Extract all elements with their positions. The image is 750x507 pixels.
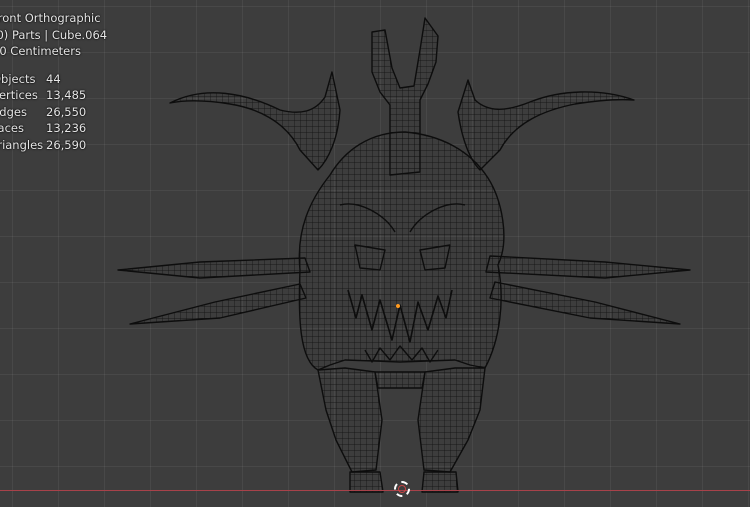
stat-triangles: Triangles 26,590	[0, 137, 87, 152]
viewport-text-overlay: Front Orthographic (0) Parts | Cube.064 …	[0, 10, 107, 153]
left-bottom-spike	[129, 283, 307, 325]
left-top-spike	[117, 257, 311, 279]
head-body	[298, 131, 505, 371]
object-origin-icon	[396, 304, 400, 308]
stat-edges: Edges 26,550	[0, 104, 87, 119]
stat-vertices: Vertices 13,485	[0, 88, 87, 102]
pelvis	[374, 371, 426, 389]
3d-cursor-icon[interactable]	[394, 481, 410, 497]
wireframe-mesh[interactable]	[0, 0, 750, 507]
right-horn	[457, 79, 635, 171]
right-top-spike	[485, 255, 691, 279]
stat-objects: Objects 44	[0, 71, 61, 86]
right-bottom-spike	[489, 281, 681, 325]
left-horn	[169, 71, 341, 171]
3d-viewport[interactable]: Front Orthographic (0) Parts | Cube.064 …	[0, 0, 750, 507]
right-leg	[417, 367, 486, 493]
left-leg	[317, 367, 384, 493]
collection-info: (0) Parts | Cube.064	[0, 27, 108, 42]
grid-scale: 10 Centimeters	[0, 44, 81, 58]
stat-faces: Faces 13,236	[0, 121, 87, 135]
x-axis-line	[0, 490, 750, 491]
view-name: Front Orthographic	[0, 11, 101, 25]
